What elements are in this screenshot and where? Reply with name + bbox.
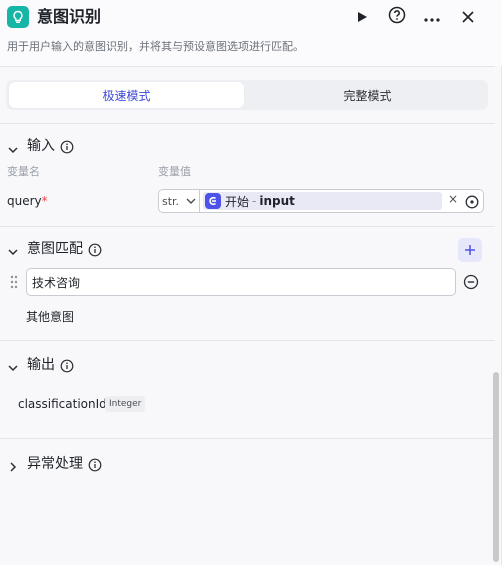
info-icon[interactable]	[88, 457, 102, 472]
add-intent-button[interactable]	[458, 238, 482, 262]
type-select[interactable]: str.	[158, 189, 200, 213]
intent-section-title: 意图匹配	[27, 241, 83, 257]
scrollbar[interactable]	[493, 372, 499, 562]
info-icon[interactable]	[60, 358, 74, 373]
mode-switch: 极速模式 完整模式	[6, 80, 488, 110]
close-icon	[462, 8, 474, 27]
divider	[0, 340, 495, 341]
other-intent-label: 其他意图	[26, 310, 75, 324]
reference-chip: 开始 - input	[203, 192, 442, 210]
required-mark: *	[41, 194, 48, 208]
clear-reference-button[interactable]: ×	[448, 192, 458, 206]
value-reference-field[interactable]: 开始 - input ×	[199, 189, 484, 213]
param-name-text: query	[7, 194, 42, 208]
reference-field-name: input	[259, 194, 295, 208]
run-button[interactable]	[351, 6, 373, 28]
play-icon	[356, 8, 368, 27]
reference-separator: -	[252, 194, 257, 208]
info-icon[interactable]	[60, 139, 74, 154]
divider	[0, 226, 495, 227]
intent-input[interactable]: 技术咨询	[26, 268, 456, 296]
reference-node-name: 开始	[225, 194, 250, 209]
tab-fast-mode[interactable]: 极速模式	[9, 82, 244, 108]
column-header-value: 变量值	[158, 165, 191, 178]
chevron-down-icon[interactable]	[7, 243, 19, 256]
node-description: 用于用户输入的意图识别，并将其与预设意图选项进行匹配。	[7, 40, 304, 53]
variable-picker-icon[interactable]	[465, 194, 479, 213]
more-icon	[423, 8, 441, 27]
drag-handle-icon[interactable]	[10, 274, 18, 293]
divider	[0, 66, 495, 67]
intent-node-icon	[7, 6, 29, 28]
more-button[interactable]	[421, 6, 443, 28]
tab-full-mode[interactable]: 完整模式	[250, 82, 485, 108]
plus-icon	[464, 241, 476, 260]
divider	[0, 123, 495, 124]
close-button[interactable]	[457, 6, 479, 28]
help-button[interactable]	[386, 6, 408, 28]
output-variable-name: classificationId	[18, 397, 107, 411]
panel-header: 意图识别 用于用户输入的意图识别，并将其与预设意图选项进行匹配。	[0, 0, 502, 66]
output-type-badge: Integer	[105, 396, 146, 412]
chevron-down-icon[interactable]	[7, 359, 19, 372]
node-title: 意图识别	[37, 7, 102, 26]
node-config-panel: 意图识别 用于用户输入的意图识别，并将其与预设意图选项进行匹配。 极速模式 完整…	[0, 0, 502, 565]
info-icon[interactable]	[88, 242, 102, 257]
question-icon	[388, 6, 406, 28]
input-section-title: 输入	[27, 138, 55, 154]
remove-intent-icon[interactable]	[463, 274, 479, 294]
column-header-name: 变量名	[7, 165, 40, 178]
exception-section-title: 异常处理	[27, 456, 83, 472]
param-name: query*	[7, 193, 48, 209]
chevron-down-icon	[185, 196, 197, 209]
chevron-down-icon[interactable]	[7, 141, 19, 154]
start-node-icon	[205, 193, 221, 209]
chevron-right-icon[interactable]	[7, 458, 19, 472]
type-select-value: str.	[162, 194, 180, 208]
output-section-title: 输出	[27, 357, 55, 373]
divider	[0, 438, 495, 439]
